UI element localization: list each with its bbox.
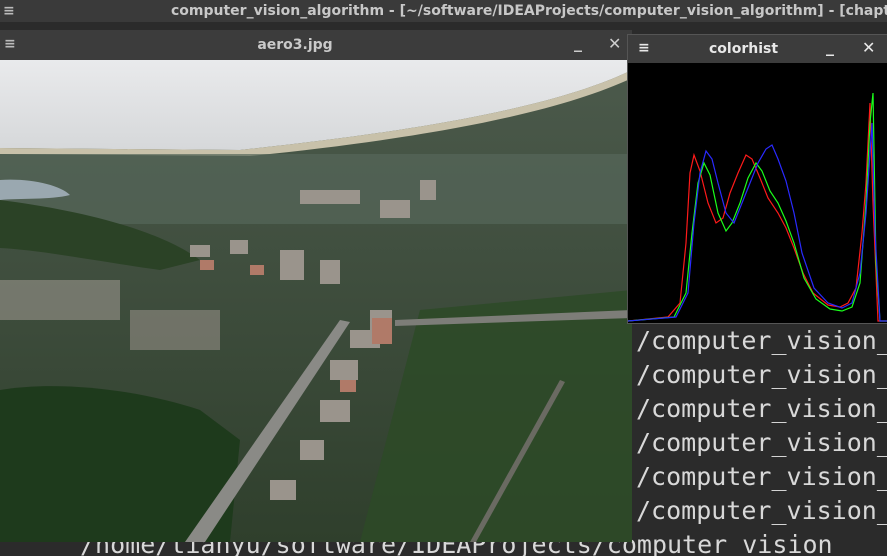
terminal-line: /computer_vision_ bbox=[636, 360, 887, 389]
ide-menu-icon[interactable]: ≡ bbox=[3, 0, 15, 22]
ide-window-title: computer_vision_algorithm - [~/software/… bbox=[171, 3, 887, 19]
colorhist-titlebar[interactable]: ≡ colorhist _ ✕ bbox=[628, 35, 887, 63]
ide-titlebar: ≡ computer_vision_algorithm - [~/softwar… bbox=[0, 0, 887, 22]
image-window-titlebar[interactable]: ≡ aero3.jpg _ ✕ bbox=[0, 30, 632, 60]
colorhist-title: colorhist bbox=[709, 41, 779, 57]
aerial-photo bbox=[0, 60, 632, 542]
close-icon[interactable]: ✕ bbox=[862, 38, 875, 57]
minimize-icon[interactable]: _ bbox=[574, 33, 582, 52]
colorhist-window[interactable]: ≡ colorhist _ ✕ bbox=[627, 34, 887, 324]
terminal-line: /computer_vision_ bbox=[636, 326, 887, 355]
close-icon[interactable]: ✕ bbox=[608, 34, 621, 53]
terminal-line: /computer_vision_ bbox=[636, 496, 887, 525]
terminal-line: /computer_vision_ bbox=[636, 428, 887, 457]
menu-icon[interactable]: ≡ bbox=[638, 40, 650, 56]
terminal-line: /computer_vision_ bbox=[636, 394, 887, 423]
terminal-line: /computer_vision_ bbox=[636, 462, 887, 491]
color-histogram bbox=[628, 63, 887, 323]
minimize-icon[interactable]: _ bbox=[826, 37, 834, 56]
image-window[interactable]: ≡ aero3.jpg _ ✕ bbox=[0, 30, 632, 542]
image-window-title: aero3.jpg bbox=[257, 37, 333, 53]
